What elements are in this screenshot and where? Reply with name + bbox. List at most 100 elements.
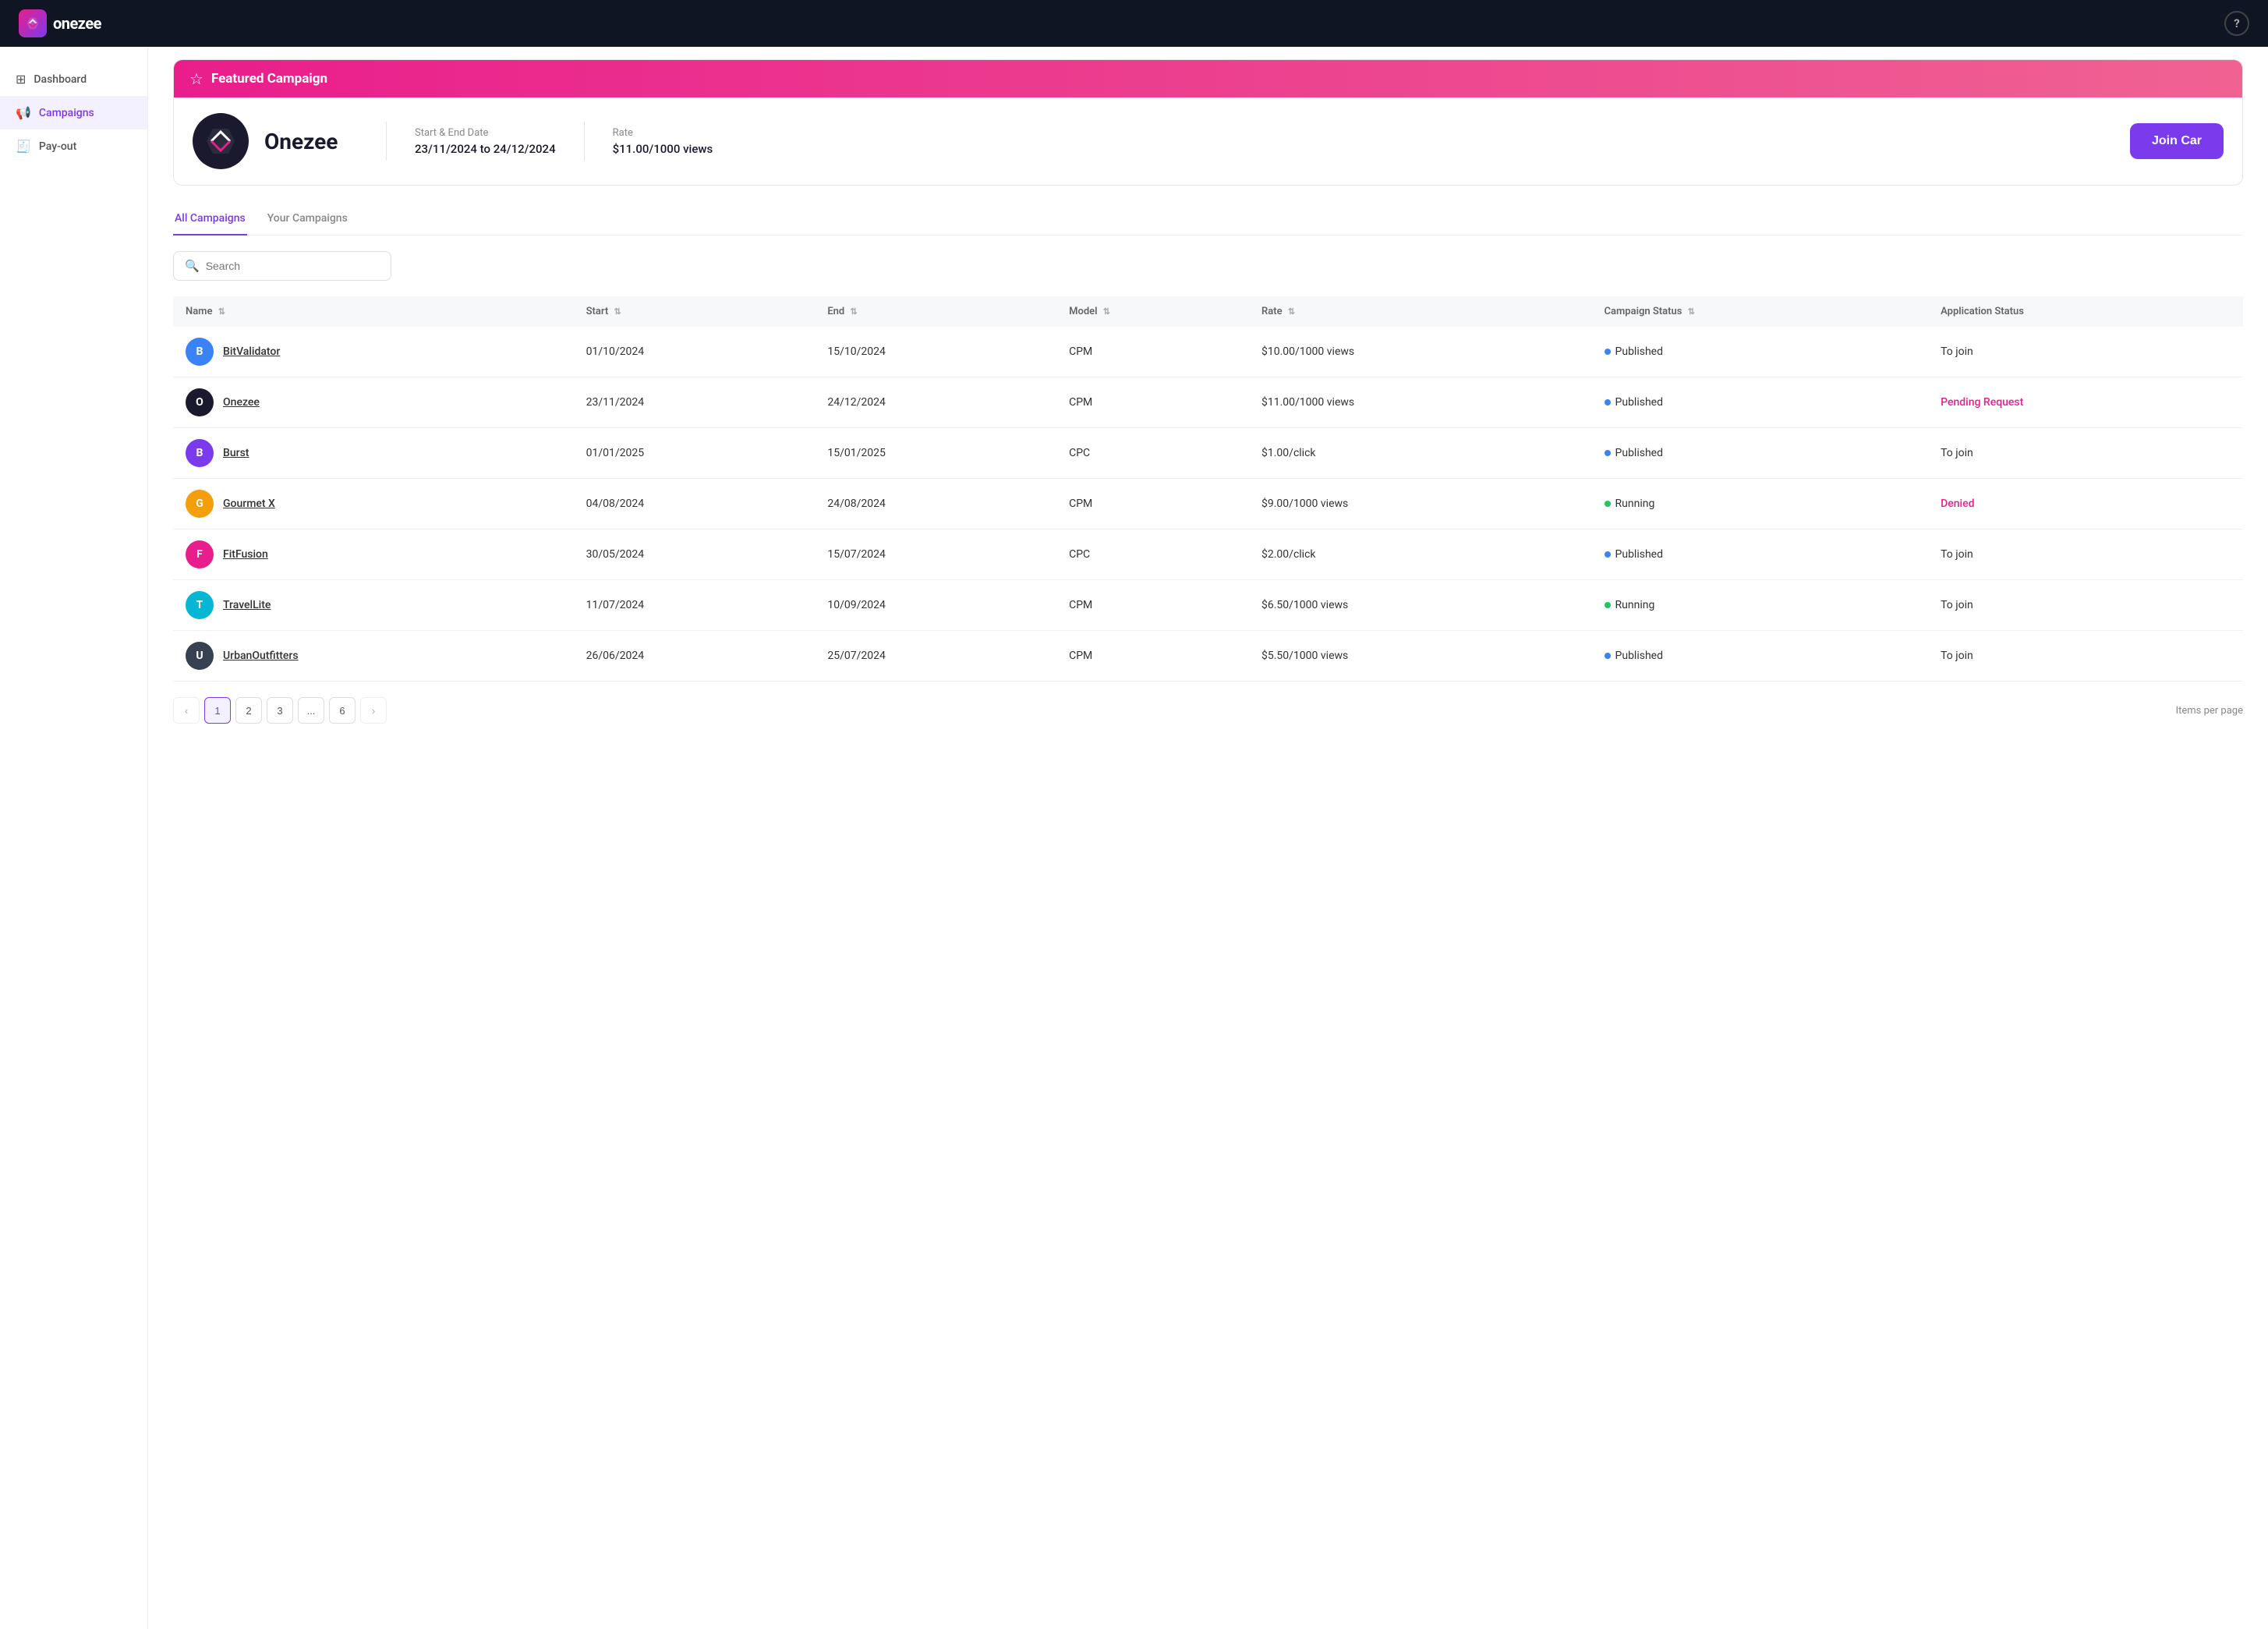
col-rate[interactable]: Rate ⇅ <box>1249 296 1592 327</box>
status-dot <box>1605 602 1611 608</box>
next-page-button[interactable]: › <box>360 697 387 724</box>
meta-divider-2 <box>584 122 585 161</box>
cell-name: U UrbanOutfitters <box>173 631 574 682</box>
tab-your-campaigns[interactable]: Your Campaigns <box>266 204 349 235</box>
tab-all-campaigns[interactable]: All Campaigns <box>173 204 247 235</box>
logo-text: onezee <box>53 14 101 33</box>
cell-application-status: To join <box>1928 529 2243 580</box>
status-label: Published <box>1615 650 1663 662</box>
cell-rate: $11.00/1000 views <box>1249 377 1592 428</box>
cell-campaign-status: Published <box>1592 377 1929 428</box>
main-content: Campaigns ☆ Featured Campaign Onezee Sta… <box>148 0 2268 1629</box>
cell-end: 25/07/2024 <box>815 631 1056 682</box>
page-button-6[interactable]: 6 <box>329 697 356 724</box>
cell-application-status: To join <box>1928 327 2243 377</box>
page-button-2[interactable]: 2 <box>235 697 262 724</box>
sidebar-item-payout[interactable]: 🧾 Pay-out <box>0 129 147 163</box>
cell-campaign-status: Running <box>1592 580 1929 631</box>
col-end[interactable]: End ⇅ <box>815 296 1056 327</box>
page-button-1[interactable]: 1 <box>204 697 231 724</box>
cell-start: 01/10/2024 <box>574 327 816 377</box>
sidebar-item-campaigns[interactable]: 📢 Campaigns <box>0 96 147 129</box>
status-dot <box>1605 349 1611 355</box>
cell-name: F FitFusion <box>173 529 574 580</box>
campaign-name-link[interactable]: Gourmet X <box>223 498 275 510</box>
cell-application-status: To join <box>1928 580 2243 631</box>
cell-name: B Burst <box>173 428 574 479</box>
sort-icon-name: ⇅ <box>218 306 225 317</box>
col-application-status: Application Status <box>1928 296 2243 327</box>
campaign-name-link[interactable]: BitValidator <box>223 345 280 358</box>
campaign-name-link[interactable]: Burst <box>223 447 249 459</box>
col-model[interactable]: Model ⇅ <box>1056 296 1249 327</box>
table-row: F FitFusion 30/05/2024 15/07/2024 CPC $2… <box>173 529 2243 580</box>
cell-name: T TravelLite <box>173 580 574 631</box>
items-per-page-label: Items per page <box>2176 705 2243 717</box>
rate-label: Rate <box>613 127 713 139</box>
search-bar[interactable]: 🔍 <box>173 251 391 281</box>
sort-icon-rate: ⇅ <box>1288 306 1295 317</box>
join-campaign-button[interactable]: Join Car <box>2130 123 2224 159</box>
sidebar-item-dashboard[interactable]: ⊞ Dashboard <box>0 62 147 96</box>
sort-icon-model: ⇅ <box>1103 306 1110 317</box>
status-label: Published <box>1615 396 1663 409</box>
table-row: G Gourmet X 04/08/2024 24/08/2024 CPM $9… <box>173 479 2243 529</box>
search-input[interactable] <box>206 260 380 272</box>
status-dot <box>1605 653 1611 659</box>
cell-end: 15/01/2025 <box>815 428 1056 479</box>
featured-rate: Rate $11.00/1000 views <box>613 127 713 156</box>
col-start[interactable]: Start ⇅ <box>574 296 816 327</box>
application-status-label: To join <box>1941 599 1973 611</box>
status-label: Published <box>1615 447 1663 459</box>
cell-rate: $5.50/1000 views <box>1249 631 1592 682</box>
featured-campaign-banner: ☆ Featured Campaign Onezee Start & End D… <box>173 59 2243 186</box>
cell-end: 15/07/2024 <box>815 529 1056 580</box>
cell-model: CPC <box>1056 529 1249 580</box>
sort-icon-end: ⇅ <box>851 306 858 317</box>
sort-icon-status: ⇅ <box>1688 306 1695 317</box>
col-name[interactable]: Name ⇅ <box>173 296 574 327</box>
campaign-name-link[interactable]: FitFusion <box>223 548 268 561</box>
campaign-tabs: All Campaigns Your Campaigns <box>173 204 2243 235</box>
cell-end: 24/12/2024 <box>815 377 1056 428</box>
cell-start: 23/11/2024 <box>574 377 816 428</box>
cell-rate: $2.00/click <box>1249 529 1592 580</box>
cell-rate: $10.00/1000 views <box>1249 327 1592 377</box>
campaign-logo: T <box>186 591 214 619</box>
application-status-label: To join <box>1941 345 1973 358</box>
application-status-label: Denied <box>1941 498 1974 510</box>
campaign-logo: G <box>186 490 214 518</box>
cell-end: 10/09/2024 <box>815 580 1056 631</box>
cell-campaign-status: Published <box>1592 428 1929 479</box>
cell-application-status: Pending Request <box>1928 377 2243 428</box>
status-dot <box>1605 501 1611 507</box>
table-row: B Burst 01/01/2025 15/01/2025 CPC $1.00/… <box>173 428 2243 479</box>
page-button-ellipsis: ... <box>298 697 324 724</box>
cell-start: 04/08/2024 <box>574 479 816 529</box>
campaign-logo: U <box>186 642 214 670</box>
pagination: ‹ 1 2 3 ... 6 › <box>173 697 387 724</box>
dates-label: Start & End Date <box>415 127 556 139</box>
col-campaign-status[interactable]: Campaign Status ⇅ <box>1592 296 1929 327</box>
cell-start: 26/06/2024 <box>574 631 816 682</box>
cell-campaign-status: Running <box>1592 479 1929 529</box>
campaign-name-link[interactable]: TravelLite <box>223 599 271 611</box>
page-button-3[interactable]: 3 <box>267 697 293 724</box>
help-button[interactable]: ? <box>2224 11 2249 36</box>
prev-page-button[interactable]: ‹ <box>173 697 200 724</box>
cell-campaign-status: Published <box>1592 529 1929 580</box>
sidebar-label-campaigns: Campaigns <box>39 107 94 119</box>
cell-start: 11/07/2024 <box>574 580 816 631</box>
table-header: Name ⇅ Start ⇅ End ⇅ Model ⇅ Rate ⇅ <box>173 296 2243 327</box>
sidebar: ⊞ Dashboard 📢 Campaigns 🧾 Pay-out <box>0 47 148 1629</box>
status-dot <box>1605 450 1611 456</box>
campaign-name-link[interactable]: Onezee <box>223 396 260 409</box>
status-label: Published <box>1615 548 1663 561</box>
top-navigation: onezee ? <box>0 0 2268 47</box>
campaigns-table: Name ⇅ Start ⇅ End ⇅ Model ⇅ Rate ⇅ <box>173 296 2243 682</box>
campaign-name-link[interactable]: UrbanOutfitters <box>223 650 299 662</box>
logo[interactable]: onezee <box>19 9 101 37</box>
cell-name: B BitValidator <box>173 327 574 377</box>
table-body: B BitValidator 01/10/2024 15/10/2024 CPM… <box>173 327 2243 682</box>
search-icon: 🔍 <box>185 259 200 273</box>
